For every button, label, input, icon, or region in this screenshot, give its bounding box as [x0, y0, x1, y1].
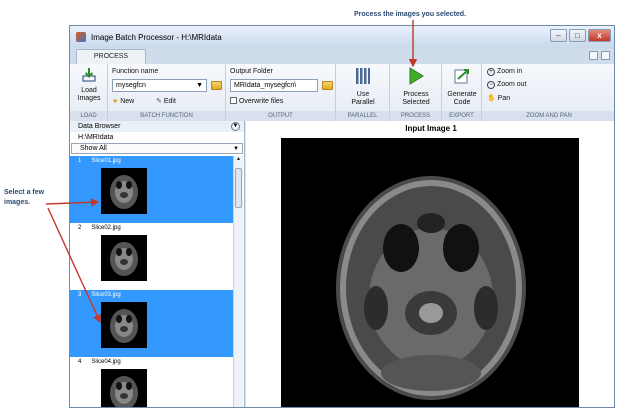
screenshot-canvas: Process the images you selected. Select … [0, 0, 624, 412]
arrow-to-slice01 [45, 198, 100, 207]
arrow-to-slice03 [47, 207, 101, 324]
annotation-arrows [45, 20, 418, 324]
